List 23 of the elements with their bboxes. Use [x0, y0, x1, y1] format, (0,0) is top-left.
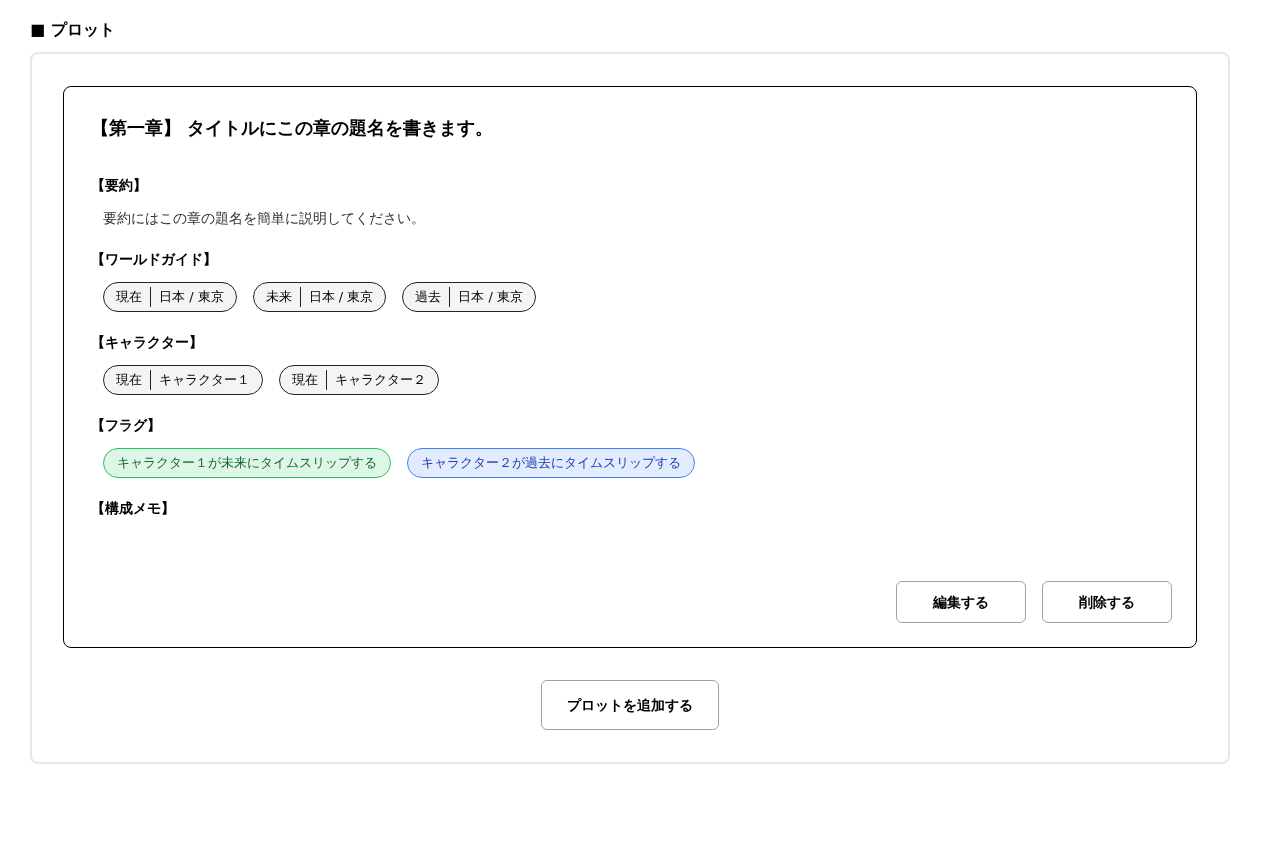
tag-value: 日本 / 東京	[158, 288, 224, 307]
tag-value: キャラクター１	[158, 371, 250, 390]
edit-button[interactable]: 編集する	[896, 581, 1026, 623]
tag-time: 現在	[292, 370, 327, 390]
plot-title: 【第一章】 タイトルにこの章の題名を書きます。	[91, 116, 495, 140]
tag-time: 現在	[116, 370, 151, 390]
add-plot-button[interactable]: プロットを追加する	[541, 680, 719, 730]
flag-tag: キャラクター２が過去にタイムスリップする	[407, 448, 695, 478]
section-heading: 【キャラクター】	[91, 333, 204, 352]
tag-value: 日本 / 東京	[457, 288, 523, 307]
section-heading: 【ワールドガイド】	[91, 250, 218, 269]
page-heading: ■ プロット	[30, 19, 116, 41]
tag-value: 日本 / 東京	[307, 288, 374, 307]
tag-time: 未来	[265, 287, 301, 307]
tag-value: キャラクター２	[334, 371, 426, 390]
section-heading: 【構成メモ】	[91, 499, 176, 518]
tag-time: 過去	[415, 287, 451, 307]
delete-button[interactable]: 削除する	[1042, 581, 1172, 623]
tag-time: 現在	[116, 287, 151, 307]
section-heading: 【要約】	[91, 176, 148, 195]
flag-tag: キャラクター１が未来にタイムスリップする	[103, 448, 391, 478]
summary-text: 要約にはこの章の題名を簡単に説明してください。	[102, 209, 426, 228]
section-heading: 【フラグ】	[91, 416, 162, 435]
